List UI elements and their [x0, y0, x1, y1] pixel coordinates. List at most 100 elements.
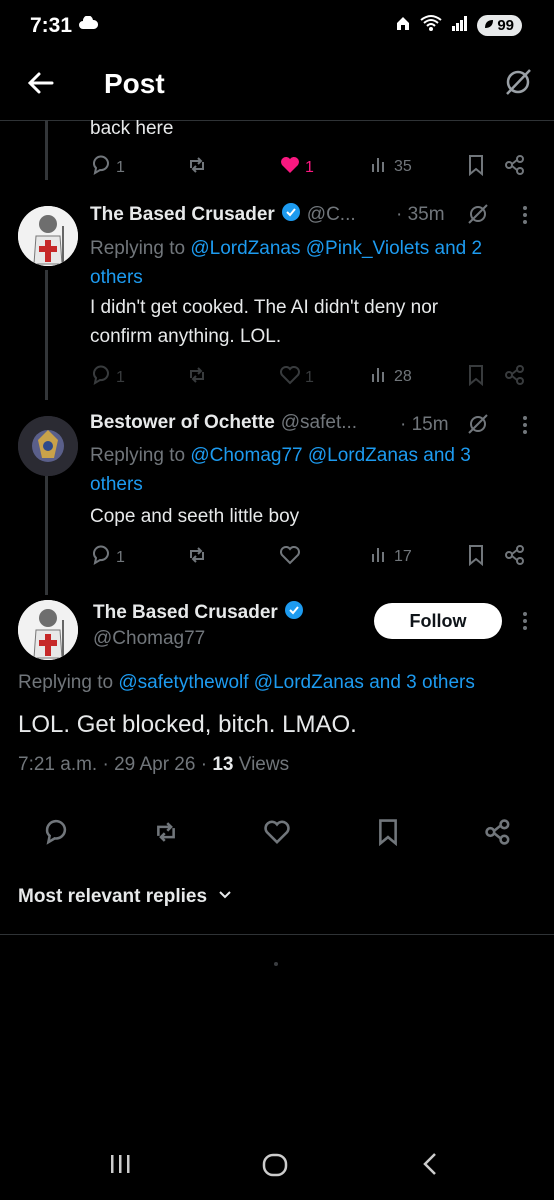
tweet-header: The Based Crusader @C... — [90, 202, 356, 227]
views-count: 13 — [212, 754, 234, 775]
tweet-actions: 1 1 35 — [0, 150, 554, 184]
bookmark-icon — [466, 154, 486, 181]
replying-mentions[interactable]: @LordZanas @Pink_Violets and 2 — [190, 238, 482, 259]
heart-icon — [279, 364, 301, 391]
heart-icon — [279, 544, 301, 571]
handle[interactable]: @Chomag77 — [93, 628, 205, 650]
home-button-icon[interactable] — [262, 1152, 288, 1183]
avatar[interactable] — [18, 206, 78, 266]
bookmark-button[interactable] — [466, 154, 486, 181]
wifi-icon — [419, 14, 443, 37]
views-button[interactable]: 17 — [370, 544, 412, 569]
grok-icon[interactable] — [502, 66, 534, 103]
share-button[interactable] — [504, 544, 526, 571]
share-icon[interactable] — [504, 364, 526, 391]
tweet-text-line: I didn't get cooked. The AI didn't deny … — [90, 297, 439, 318]
repost-button[interactable] — [186, 364, 208, 391]
clock: 7:31 — [30, 14, 73, 37]
battery-indicator: 99 — [477, 15, 522, 36]
chevron-down-icon — [217, 887, 233, 908]
repost-button[interactable] — [186, 544, 208, 571]
sort-label: Most relevant replies — [18, 886, 208, 907]
reply-icon — [90, 544, 112, 571]
cloud-icon — [78, 15, 99, 35]
replying-to: Replying to @safetythewolf @LordZanas an… — [18, 672, 475, 694]
reply-icon[interactable] — [42, 818, 70, 851]
like-button[interactable]: 1 — [279, 364, 314, 391]
views-button[interactable]: 35 — [370, 154, 412, 179]
bookmark-icon[interactable] — [466, 364, 486, 391]
replying-others[interactable]: others — [90, 267, 143, 288]
tweet-actions: 1 17 — [0, 542, 554, 572]
signal-icon — [451, 15, 469, 36]
follow-button[interactable]: Follow — [374, 603, 502, 639]
share-button[interactable] — [504, 154, 526, 181]
replying-to: Replying to @Chomag77 @LordZanas and 3 o… — [90, 441, 471, 499]
system-nav-bar — [0, 1130, 554, 1200]
recent-apps-icon[interactable] — [108, 1152, 132, 1181]
views-icon — [370, 154, 390, 179]
back-nav-icon[interactable] — [420, 1152, 440, 1181]
bookmark-icon — [466, 544, 486, 571]
status-bar: 7:31 99 — [0, 0, 554, 52]
replying-mentions[interactable]: @Chomag77 @LordZanas and 3 — [190, 445, 470, 466]
replying-label: Replying to — [90, 445, 186, 466]
views-button[interactable]: 28 — [370, 364, 412, 389]
more-options-icon[interactable] — [522, 610, 528, 637]
leaf-icon — [483, 17, 495, 34]
reply-count: 1 — [116, 158, 125, 176]
battery-level: 99 — [497, 17, 514, 34]
reply-icon — [90, 154, 112, 181]
replying-others[interactable]: others — [90, 474, 143, 495]
main-author-name-row: The Based Crusader — [93, 600, 304, 625]
display-name[interactable]: The Based Crusader — [93, 602, 278, 624]
reply-button[interactable]: 1 — [90, 154, 125, 181]
heart-filled-icon — [279, 154, 301, 181]
grok-icon[interactable] — [466, 412, 490, 441]
back-arrow-icon[interactable] — [26, 68, 56, 103]
more-options-icon[interactable] — [522, 414, 528, 441]
thread-line — [45, 470, 48, 595]
timestamp: · 15m — [400, 414, 449, 435]
sort-replies-toggle[interactable]: Most relevant replies — [18, 886, 233, 908]
repost-icon — [186, 364, 208, 391]
like-button[interactable]: 1 — [279, 154, 314, 181]
reply-button[interactable]: 1 — [90, 364, 125, 391]
top-header: Post — [0, 52, 554, 120]
repost-icon — [186, 544, 208, 571]
heart-icon[interactable] — [263, 818, 291, 851]
share-icon — [504, 154, 526, 181]
handle[interactable]: @safet... — [281, 412, 357, 434]
avatar[interactable] — [18, 600, 78, 660]
main-tweet-text: LOL. Get blocked, bitch. LMAO. — [18, 711, 357, 738]
like-button[interactable] — [279, 544, 301, 571]
verified-badge-icon — [281, 202, 301, 227]
bookmark-icon[interactable] — [375, 818, 401, 851]
bookmark-button[interactable] — [466, 544, 486, 571]
views-icon — [370, 364, 390, 389]
replying-label: Replying to — [90, 238, 186, 259]
handle[interactable]: @C... — [307, 204, 356, 226]
replying-mentions[interactable]: @safetythewolf @LordZanas and 3 others — [118, 672, 475, 693]
main-actions — [0, 814, 554, 850]
display-name[interactable]: The Based Crusader — [90, 204, 275, 226]
views-label: Views — [238, 754, 290, 775]
avatar[interactable] — [18, 416, 78, 476]
repost-icon — [186, 154, 208, 181]
post-datetime: 7:21 a.m. · 29 Apr 26 · — [18, 754, 208, 775]
share-icon — [504, 544, 526, 571]
display-name[interactable]: Bestower of Ochette — [90, 412, 275, 434]
grok-icon[interactable] — [466, 202, 490, 231]
tweet-text: back here — [90, 118, 174, 139]
repost-icon[interactable] — [152, 818, 180, 851]
share-icon[interactable] — [484, 818, 512, 851]
like-count: 1 — [305, 158, 314, 176]
repost-button[interactable] — [186, 154, 208, 181]
status-icons: 99 — [395, 14, 522, 37]
reply-button[interactable]: 1 — [90, 544, 125, 571]
views-icon — [370, 544, 390, 569]
page-title: Post — [104, 68, 165, 99]
verified-badge-icon — [284, 600, 304, 625]
more-options-icon[interactable] — [522, 204, 528, 231]
tweet-text: I didn't get cooked. The AI didn't deny … — [90, 293, 438, 351]
